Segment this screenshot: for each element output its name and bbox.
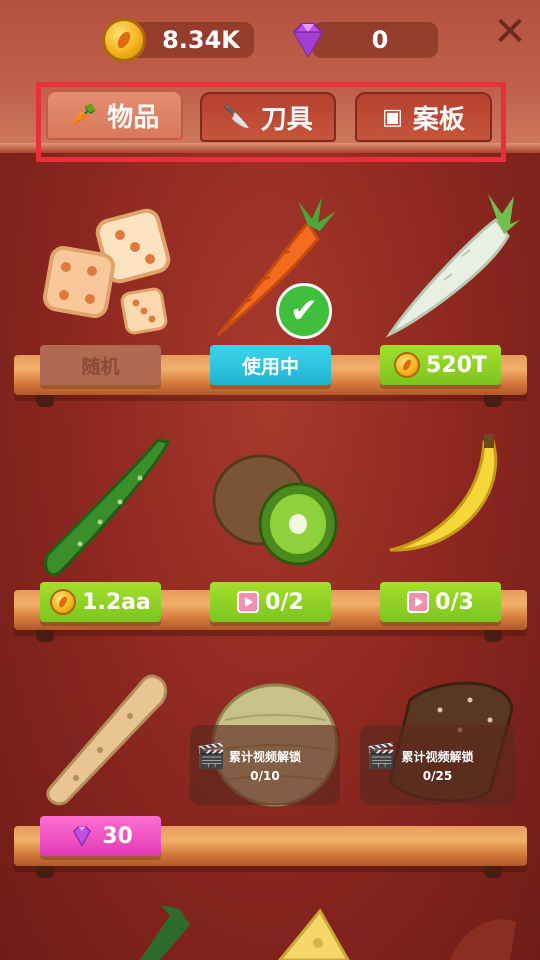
shelf-2-leg-left	[36, 630, 54, 642]
daikon-price: 520T	[426, 352, 487, 378]
coin-icon	[102, 18, 146, 62]
kiwi-video-button[interactable]: 0/2	[210, 582, 331, 622]
coin-icon	[394, 352, 421, 378]
daikon-price-button[interactable]: 520T	[380, 345, 501, 385]
shelf-3-leg-right	[484, 866, 502, 878]
partial-cheese-image	[278, 908, 350, 960]
cucumber-image[interactable]	[40, 432, 180, 582]
tabs-highlight-frame	[36, 82, 506, 162]
shelf-2-leg-right	[484, 630, 502, 642]
gem-icon	[73, 825, 92, 847]
melon-lock-title: 累计视频解锁	[228, 749, 301, 764]
clapperboard-icon: 🎬	[366, 742, 396, 770]
clapperboard-icon: 🎬	[196, 742, 226, 770]
coin-balance-value: 8.34K	[162, 26, 240, 54]
banana-video-button[interactable]: 0/3	[380, 582, 501, 622]
shelf-1-leg-right	[484, 395, 502, 407]
daikon-image[interactable]	[380, 190, 520, 340]
gem-balance-value: 0	[371, 26, 389, 54]
gem-balance: 0	[312, 22, 438, 58]
random-button[interactable]: 随机	[40, 345, 161, 385]
cucumber-price-button[interactable]: 1.2aa	[40, 582, 161, 622]
kiwi-image[interactable]	[210, 450, 340, 570]
melon-lock-progress: 0/10	[250, 768, 280, 783]
video-icon	[407, 591, 430, 613]
breadstick-image[interactable]	[40, 670, 180, 810]
close-button[interactable]: ✕	[490, 12, 530, 52]
shelf-3-leg-left	[36, 866, 54, 878]
random-button-label: 随机	[81, 355, 120, 378]
banana-image[interactable]	[380, 432, 520, 572]
check-icon: ✔	[276, 283, 332, 339]
bread-lock-progress: 0/25	[422, 768, 453, 783]
in-use-button-label: 使用中	[241, 355, 299, 378]
in-use-button[interactable]: 使用中	[210, 345, 331, 385]
kiwi-video-progress: 0/2	[265, 589, 304, 615]
breadstick-price-button[interactable]: 30	[40, 816, 161, 856]
banana-video-progress: 0/3	[435, 589, 474, 615]
breadstick-price: 30	[102, 823, 133, 849]
gem-icon	[292, 23, 324, 58]
video-icon	[237, 591, 260, 613]
bread-lock-title: 累计视频解锁	[401, 749, 474, 764]
dice-image[interactable]	[40, 205, 180, 335]
coin-icon	[50, 589, 77, 615]
partial-vegetable-image	[140, 905, 190, 960]
cucumber-price: 1.2aa	[82, 589, 151, 615]
shelf-1-leg-left	[36, 395, 54, 407]
partial-sausage-image	[450, 919, 516, 960]
